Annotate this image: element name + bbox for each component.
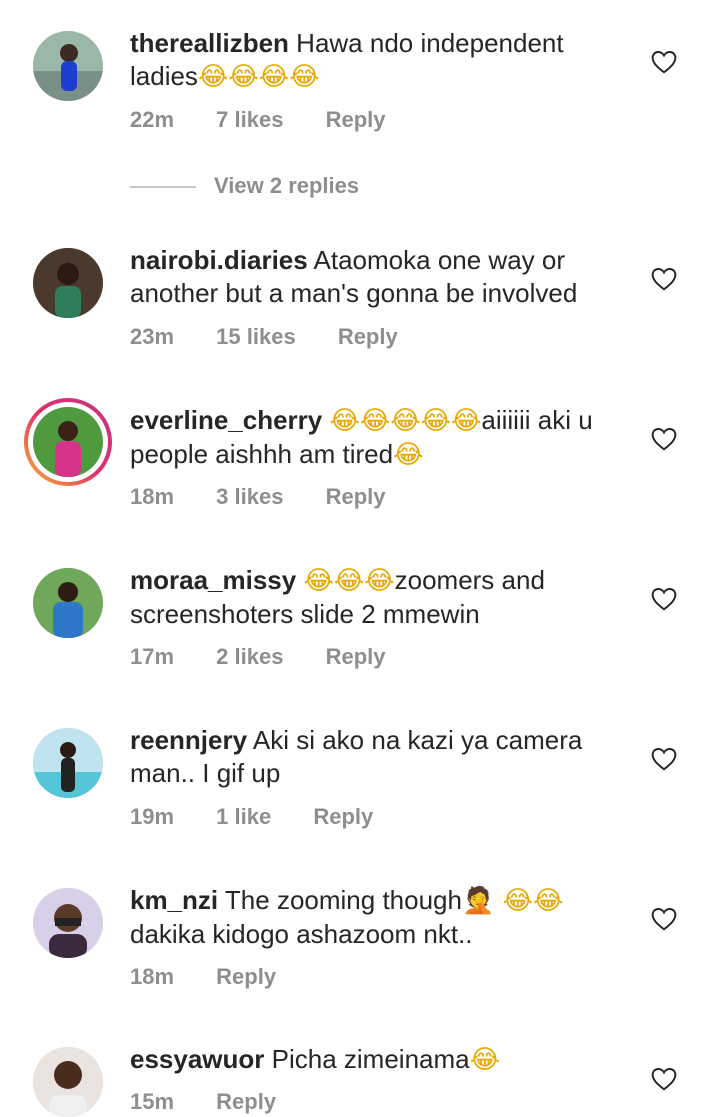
emoji: 😂: [393, 440, 424, 470]
avatar-image: [33, 407, 103, 477]
avatar[interactable]: [33, 248, 103, 318]
reply-button[interactable]: Reply: [216, 1089, 276, 1114]
emoji: 😂😂😂: [303, 566, 395, 596]
avatar[interactable]: [33, 568, 103, 638]
comment-text: thereallizben Hawa ndo independent ladie…: [130, 27, 630, 94]
view-replies-label[interactable]: View 2 replies: [214, 173, 359, 199]
timestamp: 18m: [130, 484, 175, 509]
comment-meta: 17m 2 likes Reply: [130, 644, 422, 670]
comment-body: Picha zimeinama: [271, 1044, 470, 1074]
avatar[interactable]: [33, 1047, 103, 1117]
comment-text: moraa_missy 😂😂😂zoomers and screenshoters…: [130, 564, 630, 631]
username-link[interactable]: thereallizben: [130, 28, 289, 58]
heart-icon[interactable]: [651, 587, 677, 611]
comment-meta: 18m 3 likes Reply: [130, 484, 422, 510]
reply-button[interactable]: Reply: [326, 484, 386, 509]
avatar[interactable]: [24, 398, 112, 486]
heart-icon[interactable]: [651, 747, 677, 771]
timestamp: 17m: [130, 644, 175, 669]
reply-button[interactable]: Reply: [338, 324, 398, 349]
reply-button[interactable]: Reply: [313, 804, 373, 829]
timestamp: 22m: [130, 107, 175, 132]
heart-icon[interactable]: [651, 1067, 677, 1091]
username-link[interactable]: moraa_missy: [130, 565, 296, 595]
like-count[interactable]: 3 likes: [216, 484, 283, 509]
comment-meta: 18m Reply: [130, 964, 312, 990]
comment-text: everline_cherry 😂😂😂😂😂aiiiiii aki u peopl…: [130, 404, 630, 472]
timestamp: 19m: [130, 804, 175, 829]
comment-text: nairobi.diaries Ataomoka one way or anot…: [130, 244, 630, 310]
emoji: 😂😂😂😂😂: [329, 406, 482, 436]
comment-text: km_nzi The zooming though🤦 😂😂 dakika kid…: [130, 884, 630, 951]
heart-icon[interactable]: [651, 267, 677, 291]
avatar[interactable]: [33, 728, 103, 798]
timestamp: 18m: [130, 964, 175, 989]
comment-meta: 22m 7 likes Reply: [130, 107, 422, 133]
username-link[interactable]: essyawuor: [130, 1044, 264, 1074]
comment-meta: 19m 1 like Reply: [130, 804, 409, 830]
comment-text: essyawuor Picha zimeinama😂: [130, 1043, 630, 1077]
emoji: 😂: [469, 1045, 501, 1075]
reply-button[interactable]: Reply: [326, 644, 386, 669]
username-link[interactable]: nairobi.diaries: [130, 245, 308, 275]
username-link[interactable]: km_nzi: [130, 885, 218, 915]
emoji: 😂😂😂😂: [197, 62, 320, 92]
timestamp: 23m: [130, 324, 175, 349]
avatar[interactable]: [33, 888, 103, 958]
avatar[interactable]: [33, 31, 103, 101]
username-link[interactable]: everline_cherry: [130, 405, 322, 435]
timestamp: 15m: [130, 1089, 175, 1114]
comment-text: reennjery Aki si ako na kazi ya camera m…: [130, 724, 630, 790]
like-count[interactable]: 15 likes: [216, 324, 296, 349]
comment-body: The zooming though: [224, 885, 462, 915]
comment-meta: 23m 15 likes Reply: [130, 324, 434, 350]
divider-line: [130, 186, 196, 188]
like-count[interactable]: 2 likes: [216, 644, 283, 669]
heart-icon[interactable]: [651, 907, 677, 931]
comment-meta: 15m Reply: [130, 1089, 312, 1115]
heart-icon[interactable]: [651, 427, 677, 451]
like-count[interactable]: 1 like: [216, 804, 271, 829]
emoji: 🤦 😂😂: [461, 886, 564, 916]
heart-icon[interactable]: [651, 50, 677, 74]
reply-button[interactable]: Reply: [326, 107, 386, 132]
like-count[interactable]: 7 likes: [216, 107, 283, 132]
reply-button[interactable]: Reply: [216, 964, 276, 989]
username-link[interactable]: reennjery: [130, 725, 247, 755]
comment-body-continued: dakika kidogo ashazoom nkt..: [130, 919, 473, 949]
